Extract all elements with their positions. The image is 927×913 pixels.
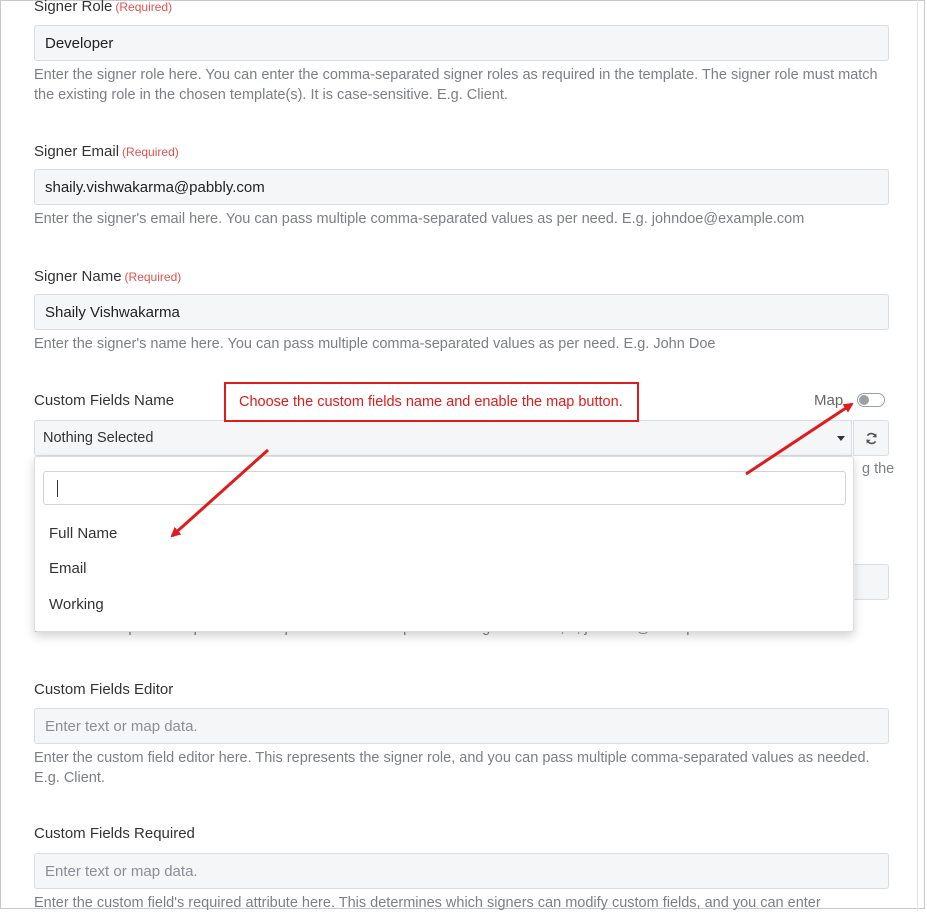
annotation-callout: Choose the custom fields name and enable… xyxy=(224,382,639,422)
custom-fields-editor-help: Enter the custom field editor here. This… xyxy=(34,750,870,786)
custom-fields-required-help: Enter the custom field's required attrib… xyxy=(34,895,821,911)
signer-email-input[interactable] xyxy=(34,169,889,205)
custom-fields-editor-label: Custom Fields Editor xyxy=(34,681,174,698)
signer-role-label-text: Signer Role xyxy=(34,0,113,15)
map-toggle[interactable] xyxy=(857,393,885,407)
custom-fields-editor-input[interactable] xyxy=(34,708,889,744)
caret-down-icon xyxy=(837,436,845,441)
signer-name-help: Enter the signer's name here. You can pa… xyxy=(34,336,716,352)
custom-fields-name-label: Custom Fields Name xyxy=(34,392,175,409)
required-marker: (Required) xyxy=(115,0,173,14)
dropdown-option-working[interactable]: Working xyxy=(49,596,104,613)
obscured-input[interactable] xyxy=(855,564,889,600)
signer-email-label: Signer Email (Required) xyxy=(34,143,179,160)
obscured-help-fragment: g the xyxy=(862,461,895,477)
custom-fields-required-label: Custom Fields Required xyxy=(34,825,195,842)
refresh-icon xyxy=(865,432,877,444)
signer-name-input[interactable] xyxy=(34,294,889,330)
signer-role-label: Signer Role (Required) xyxy=(34,0,172,15)
right-divider xyxy=(917,0,918,911)
map-toggle-knob xyxy=(859,395,869,405)
signer-role-help: Enter the signer role here. You can ente… xyxy=(34,67,878,103)
signer-name-label-text: Signer Name xyxy=(34,268,122,285)
required-marker: (Required) xyxy=(122,145,179,159)
dropdown-option-email[interactable]: Email xyxy=(49,560,87,577)
custom-fields-name-select[interactable]: Nothing Selected xyxy=(34,420,852,456)
custom-fields-dropdown: Full Name Email Working xyxy=(34,456,854,632)
dropdown-search-input[interactable] xyxy=(43,471,846,505)
text-cursor xyxy=(57,480,58,497)
refresh-button[interactable] xyxy=(853,420,889,456)
required-marker: (Required) xyxy=(124,270,182,284)
select-value: Nothing Selected xyxy=(43,430,154,446)
dropdown-option-full-name[interactable]: Full Name xyxy=(49,525,117,542)
signer-name-label: Signer Name (Required) xyxy=(34,268,181,285)
custom-fields-required-input[interactable] xyxy=(34,853,889,889)
signer-email-label-text: Signer Email xyxy=(34,143,120,160)
map-label: Map xyxy=(814,392,844,409)
signer-email-help: Enter the signer's email here. You can p… xyxy=(34,211,805,227)
signer-role-input[interactable] xyxy=(34,25,889,61)
